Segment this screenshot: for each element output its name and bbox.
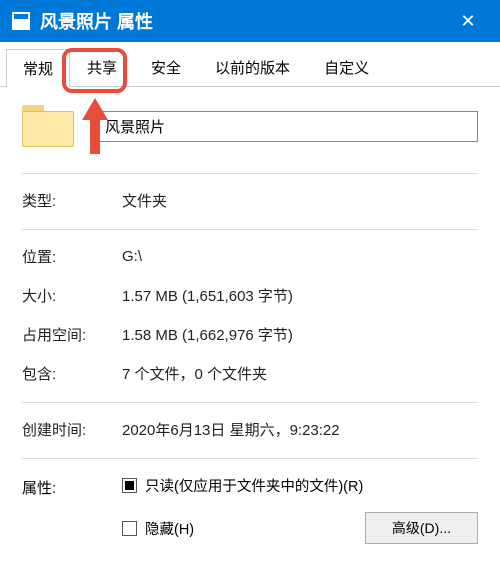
contains-row: 包含: 7 个文件，0 个文件夹	[22, 363, 478, 384]
close-button[interactable]: ✕	[448, 0, 488, 42]
location-label: 位置:	[22, 246, 122, 267]
properties-icon	[12, 12, 30, 30]
separator	[22, 458, 478, 459]
contains-value: 7 个文件，0 个文件夹	[122, 363, 478, 384]
created-row: 创建时间: 2020年6月13日 星期六，9:23:22	[22, 419, 478, 440]
readonly-label: 只读(仅应用于文件夹中的文件)(R)	[145, 475, 363, 496]
tab-security[interactable]: 安全	[134, 48, 198, 86]
readonly-checkbox[interactable]	[122, 478, 137, 493]
created-value: 2020年6月13日 星期六，9:23:22	[122, 419, 478, 440]
size-on-disk-label: 占用空间:	[22, 324, 122, 345]
tab-strip: 常规 共享 安全 以前的版本 自定义	[0, 42, 500, 87]
folder-name-input[interactable]	[96, 111, 478, 142]
readonly-row: 只读(仅应用于文件夹中的文件)(R)	[122, 475, 478, 496]
hidden-row: 隐藏(H) 高级(D)...	[122, 512, 478, 544]
tab-general[interactable]: 常规	[6, 49, 70, 87]
advanced-button[interactable]: 高级(D)...	[365, 512, 478, 544]
created-label: 创建时间:	[22, 419, 122, 440]
attributes-controls: 只读(仅应用于文件夹中的文件)(R) 隐藏(H) 高级(D)...	[122, 475, 478, 544]
size-row: 大小: 1.57 MB (1,651,603 字节)	[22, 285, 478, 306]
tab-previous-versions[interactable]: 以前的版本	[198, 48, 307, 86]
size-on-disk-value: 1.58 MB (1,662,976 字节)	[122, 324, 478, 345]
hidden-checkbox[interactable]	[122, 521, 137, 536]
size-value: 1.57 MB (1,651,603 字节)	[122, 285, 478, 306]
separator	[22, 402, 478, 403]
type-label: 类型:	[22, 190, 122, 211]
size-on-disk-row: 占用空间: 1.58 MB (1,662,976 字节)	[22, 324, 478, 345]
contains-label: 包含:	[22, 363, 122, 384]
type-row: 类型: 文件夹	[22, 190, 478, 211]
tab-share[interactable]: 共享	[70, 48, 134, 86]
attributes-label: 属性:	[22, 475, 122, 544]
attributes-section: 属性: 只读(仅应用于文件夹中的文件)(R) 隐藏(H) 高级(D)...	[22, 475, 478, 544]
location-value: G:\	[122, 248, 478, 265]
folder-icon	[22, 105, 74, 147]
size-label: 大小:	[22, 285, 122, 306]
tab-custom[interactable]: 自定义	[307, 48, 386, 86]
window-title: 风景照片 属性	[40, 8, 448, 34]
hidden-label: 隐藏(H)	[145, 518, 194, 539]
annotation-arrow-icon	[78, 98, 112, 158]
general-panel: 类型: 文件夹 位置: G:\ 大小: 1.57 MB (1,651,603 字…	[0, 87, 500, 544]
type-value: 文件夹	[122, 190, 478, 211]
separator	[22, 173, 478, 174]
location-row: 位置: G:\	[22, 246, 478, 267]
titlebar: 风景照片 属性 ✕	[0, 0, 500, 42]
separator	[22, 229, 478, 230]
